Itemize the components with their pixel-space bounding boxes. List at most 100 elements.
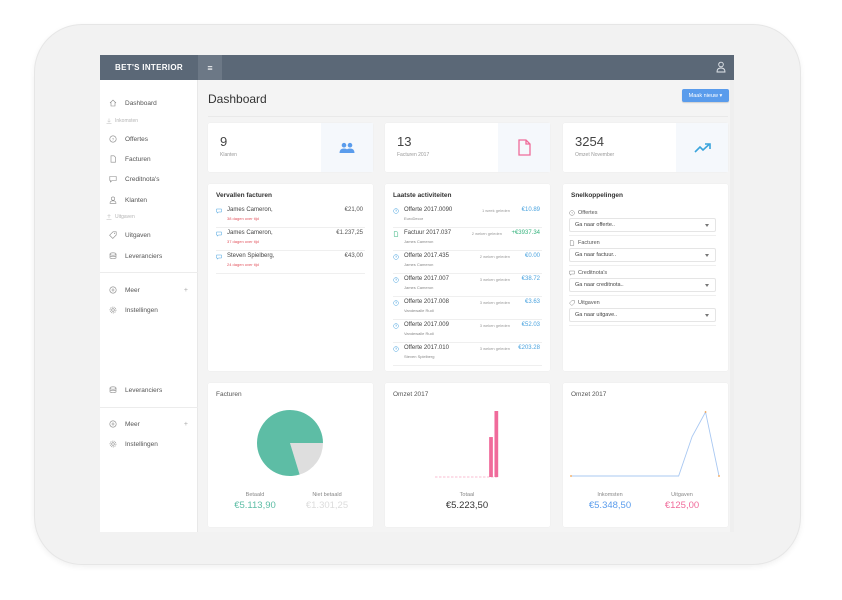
activity-client: James Cameron bbox=[404, 285, 434, 290]
card-title: Vervallen facturen bbox=[216, 192, 272, 199]
sidebar-item-dashboard[interactable]: Dashboard bbox=[100, 96, 198, 110]
hamburger-icon: ≡ bbox=[207, 62, 213, 73]
chart-title: Omzet 2017 bbox=[571, 391, 607, 398]
comment-icon bbox=[569, 270, 575, 276]
quicklink-select[interactable]: Ga naar offerte.. bbox=[569, 218, 716, 232]
stat-card-omzet[interactable]: 3254 Omzet November bbox=[563, 123, 728, 172]
legend-label-inkomsten: Inkomsten bbox=[597, 492, 623, 498]
bar-chart bbox=[435, 411, 499, 478]
file-icon bbox=[517, 139, 531, 156]
data-point-nov[interactable] bbox=[704, 411, 707, 413]
trending-up-icon bbox=[693, 142, 711, 153]
activity-row[interactable]: Offerte 2017.010 Steven Spielberg 3 weken … bbox=[393, 343, 542, 366]
data-point-jan[interactable] bbox=[570, 475, 572, 477]
sidebar-item-label: Instellingen bbox=[125, 440, 158, 448]
stat-label: Facturen 2017 bbox=[397, 152, 430, 158]
tag-icon bbox=[108, 230, 118, 240]
overdue-note: 24 dagen over tijd bbox=[227, 262, 259, 267]
box-icon bbox=[108, 385, 118, 395]
user-icon[interactable] bbox=[716, 61, 726, 73]
line-series-inkomsten bbox=[571, 410, 720, 477]
card-title: Snelkoppelingen bbox=[571, 192, 624, 199]
sidebar-item-label: Leveranciers bbox=[125, 252, 163, 260]
activity-row[interactable]: Offerte 2017.007 James Cameron 3 weken gel… bbox=[393, 274, 542, 297]
overdue-invoices-card: Vervallen facturen James Cameron, 38 dage… bbox=[208, 184, 373, 371]
section-inkomsten: Inkomsten bbox=[106, 118, 138, 124]
question-circle-icon bbox=[393, 346, 399, 352]
file-icon bbox=[108, 154, 118, 164]
activity-title: Offerte 2017.0090 bbox=[404, 207, 453, 213]
quicklinks-card: Snelkoppelingen ? Offertes Ga naar offerte… bbox=[563, 184, 728, 371]
scrollbar[interactable] bbox=[730, 80, 734, 532]
omzet-line-chart-card: Omzet 2017 Inkomsten €5.348,50 Uitgaven … bbox=[563, 383, 728, 527]
stat-card-klanten[interactable]: 9 Klanten bbox=[208, 123, 373, 172]
stat-value: 13 bbox=[397, 134, 412, 149]
plus-circle-icon bbox=[108, 419, 118, 429]
data-point-dec[interactable] bbox=[718, 475, 720, 477]
total-label: Totaal bbox=[459, 492, 475, 498]
activity-row[interactable]: Offerte 2017.008 Vandewalle Rudi 3 weken g… bbox=[393, 297, 542, 320]
activity-time: 3 weken geleden bbox=[479, 346, 510, 351]
activity-time: 2 weken geleden bbox=[479, 254, 510, 259]
activity-amount: €52.03 bbox=[521, 322, 540, 328]
client-name: James Cameron, bbox=[227, 207, 273, 213]
brand-logo[interactable]: BET'S INTERIOR bbox=[100, 55, 198, 80]
new-button[interactable]: Maak nieuw ▾ bbox=[682, 89, 729, 102]
stat-value: 9 bbox=[220, 134, 228, 149]
sidebar-item-instellingen[interactable]: Instellingen bbox=[100, 437, 198, 451]
activity-amount: €0.00 bbox=[524, 253, 540, 259]
menu-toggle-button[interactable]: ≡ bbox=[198, 55, 222, 80]
activity-row[interactable]: Offerte 2017.009 Vandewalle Rudi 3 weken g… bbox=[393, 320, 542, 343]
stat-card-facturen[interactable]: 13 Facturen 2017 bbox=[385, 123, 550, 172]
plus-circle-icon bbox=[108, 285, 118, 295]
home-icon bbox=[108, 98, 118, 108]
sidebar-item-leveranciers[interactable]: Leveranciers bbox=[100, 249, 198, 263]
activity-row[interactable]: Offerte 2017.435 James Cameron 2 weken gel… bbox=[393, 251, 542, 274]
overdue-invoice-row[interactable]: James Cameron, 38 dagen over tijd €21,00 bbox=[216, 205, 365, 228]
question-circle-icon bbox=[393, 323, 399, 329]
activity-amount: +€3937.34 bbox=[511, 230, 540, 236]
activity-client: James Cameron bbox=[404, 239, 434, 244]
sidebar-item-meer[interactable]: Meer + bbox=[100, 283, 198, 297]
question-circle-icon bbox=[393, 254, 399, 260]
activity-row[interactable]: Offerte 2017.0090 EuroDecor 1 week geleden… bbox=[393, 205, 542, 228]
select-value: Ga naar creditnota.. bbox=[575, 282, 624, 288]
pie-chart bbox=[257, 410, 323, 476]
sidebar-item-label: Offertes bbox=[125, 135, 149, 143]
sidebar-item-facturen[interactable]: Facturen bbox=[100, 152, 198, 166]
quicklink-select[interactable]: Ga naar factuur.. bbox=[569, 248, 716, 262]
quicklink-divider bbox=[569, 325, 716, 326]
quicklink-select[interactable]: Ga naar creditnota.. bbox=[569, 278, 716, 292]
sidebar-item-label: Meer bbox=[125, 286, 140, 294]
quicklink-select[interactable]: Ga naar uitgave.. bbox=[569, 308, 716, 322]
activity-row[interactable]: Factuur 2017.037 James Cameron 2 weken gel… bbox=[393, 228, 542, 251]
sidebar-item-creditnotas[interactable]: Creditnota's bbox=[100, 172, 198, 186]
file-icon bbox=[393, 231, 399, 237]
tag-icon bbox=[569, 300, 575, 306]
sidebar-item-instellingen[interactable]: Instellingen bbox=[100, 303, 198, 317]
comment-icon bbox=[216, 208, 222, 214]
sidebar-item-offertes[interactable]: ? Offertes bbox=[100, 132, 198, 146]
overdue-invoice-row[interactable]: James Cameron, 37 dagen over tijd €1.237,2… bbox=[216, 228, 365, 251]
expand-icon[interactable]: + bbox=[184, 421, 188, 428]
invoice-amount: €21,00 bbox=[344, 207, 363, 213]
quicklink-label: ? Offertes bbox=[569, 210, 597, 216]
sidebar-item-label: Klanten bbox=[125, 196, 148, 204]
omzet-bar-chart-card: Omzet 2017 Totaal €5.223,50 bbox=[385, 383, 550, 527]
sidebar-item-uitgaven[interactable]: Uitgaven bbox=[100, 228, 198, 242]
bar-dec[interactable] bbox=[494, 411, 499, 477]
activity-amount: €10.89 bbox=[521, 207, 540, 213]
invoice-amount: €43,00 bbox=[344, 253, 363, 259]
activity-amount: €38.72 bbox=[521, 276, 540, 282]
overdue-invoice-row[interactable]: Steven Spielberg, 24 dagen over tijd €43,0… bbox=[216, 251, 365, 274]
sidebar-item-meer[interactable]: Meer + bbox=[100, 417, 198, 431]
sidebar-item-leveranciers[interactable]: Leveranciers bbox=[100, 383, 198, 397]
activity-title: Offerte 2017.010 bbox=[404, 345, 449, 351]
sidebar-item-klanten[interactable]: Klanten bbox=[100, 193, 198, 207]
activity-title: Offerte 2017.435 bbox=[404, 253, 449, 259]
question-circle-icon: ? bbox=[108, 134, 118, 144]
chevron-down-icon bbox=[705, 224, 709, 227]
expand-icon[interactable]: + bbox=[184, 287, 188, 294]
bar-nov[interactable] bbox=[489, 437, 493, 477]
invoice-amount: €1.237,25 bbox=[336, 230, 363, 236]
